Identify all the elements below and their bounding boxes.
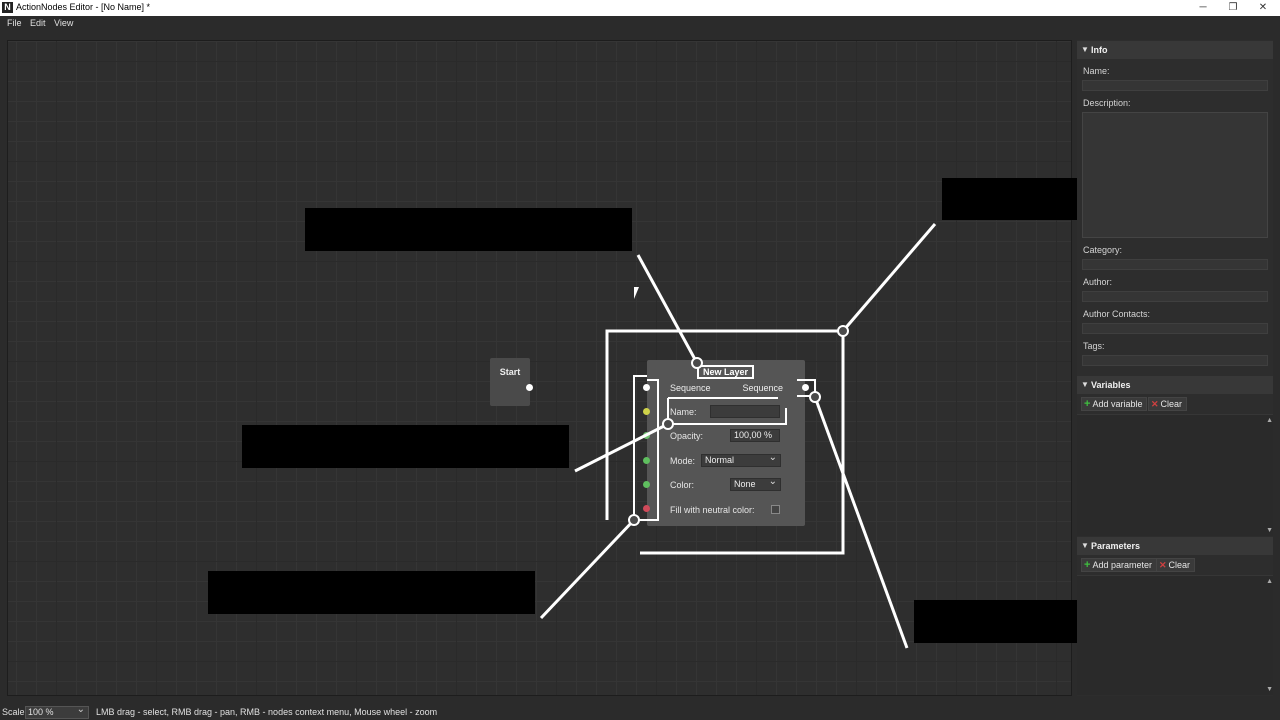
info-author-contacts-label: Author Contacts: — [1083, 309, 1151, 319]
status-hint: LMB drag - select, RMB drag - pan, RMB -… — [96, 707, 438, 717]
sequence-input-label: Sequence — [670, 383, 711, 393]
parameters-section-header[interactable]: ▼ Parameters — [1077, 537, 1273, 555]
info-name-input[interactable] — [1082, 80, 1268, 91]
plus-icon: + — [1084, 398, 1091, 410]
status-bar: Scale: 100 % LMB drag - select, RMB drag… — [0, 704, 1280, 720]
info-section-header[interactable]: ▼ Info — [1077, 41, 1273, 59]
opacity-input-port[interactable] — [643, 432, 650, 439]
add-variable-button[interactable]: + Add variable — [1081, 397, 1148, 411]
name-input-port[interactable] — [643, 408, 650, 415]
clear-x-icon: ✕ — [1151, 399, 1159, 409]
scroll-down-icon[interactable]: ▼ — [1266, 527, 1273, 534]
info-description-input[interactable] — [1082, 112, 1268, 238]
fill-input-port[interactable] — [643, 505, 650, 512]
plus-icon: + — [1084, 559, 1091, 571]
node-canvas[interactable] — [7, 40, 1072, 696]
clear-parameters-label: Clear — [1168, 560, 1191, 570]
scroll-up-icon[interactable]: ▲ — [1266, 417, 1273, 424]
redacted-callout-3 — [242, 425, 569, 468]
variables-list[interactable]: ▲ ▼ — [1077, 414, 1273, 536]
restore-button[interactable]: ❐ — [1218, 0, 1248, 16]
collapse-arrow-icon: ▼ — [1081, 380, 1089, 389]
collapse-arrow-icon: ▼ — [1081, 45, 1089, 54]
scroll-down-icon[interactable]: ▼ — [1266, 686, 1273, 693]
opacity-label: Opacity: — [670, 431, 704, 441]
fill-neutral-checkbox[interactable] — [771, 505, 780, 514]
variables-section-header[interactable]: ▼ Variables — [1077, 376, 1273, 394]
minimize-button[interactable]: ─ — [1188, 0, 1218, 16]
name-input[interactable] — [710, 405, 780, 418]
mode-label: Mode: — [670, 456, 696, 466]
clear-parameters-button[interactable]: ✕ Clear — [1156, 558, 1196, 572]
node-title: New Layer — [697, 365, 754, 379]
redacted-callout-1 — [305, 208, 632, 251]
color-input-port[interactable] — [643, 481, 650, 488]
opacity-spinbox[interactable]: 100,00 % — [730, 429, 780, 442]
sequence-input-port[interactable] — [643, 384, 650, 391]
title-bar: N ActionNodes Editor - [No Name] * ─ ❐ ✕ — [0, 0, 1280, 16]
sequence-output-label: Sequence — [742, 383, 783, 393]
clear-x-icon: ✕ — [1159, 560, 1167, 570]
menu-edit[interactable]: Edit — [30, 18, 46, 28]
info-header-label: Info — [1091, 45, 1108, 55]
mode-input-port[interactable] — [643, 457, 650, 464]
add-parameter-button[interactable]: + Add parameter — [1081, 558, 1157, 572]
menu-view[interactable]: View — [54, 18, 73, 28]
collapse-arrow-icon: ▼ — [1081, 541, 1089, 550]
redacted-callout-4 — [208, 571, 535, 614]
scale-label: Scale: — [2, 707, 28, 717]
clear-variables-label: Clear — [1160, 399, 1183, 409]
name-label: Name: — [670, 407, 697, 417]
info-author-contacts-input[interactable] — [1082, 323, 1268, 334]
info-author-input[interactable] — [1082, 291, 1268, 302]
new-layer-node[interactable]: New Layer Sequence Sequence Name: Opacit… — [643, 360, 809, 526]
info-author-label: Author: — [1083, 277, 1113, 287]
mouse-cursor-icon — [634, 287, 643, 299]
info-name-label: Name: — [1083, 66, 1110, 76]
info-tags-input[interactable] — [1082, 355, 1268, 366]
mode-dropdown[interactable]: Normal — [701, 452, 781, 467]
scroll-up-icon[interactable]: ▲ — [1266, 578, 1273, 585]
close-button[interactable]: ✕ — [1248, 0, 1278, 16]
parameters-list[interactable]: ▲ ▼ — [1077, 575, 1273, 695]
clear-variables-button[interactable]: ✕ Clear — [1148, 397, 1188, 411]
menu-file[interactable]: File — [7, 18, 22, 28]
window-title: ActionNodes Editor - [No Name] * — [16, 2, 151, 12]
start-output-port[interactable] — [526, 384, 533, 391]
variables-header-label: Variables — [1091, 380, 1131, 390]
info-category-label: Category: — [1083, 245, 1123, 255]
fill-label: Fill with neutral color: — [670, 505, 755, 515]
parameters-header-label: Parameters — [1091, 541, 1141, 551]
info-description-label: Description: — [1083, 98, 1131, 108]
start-node[interactable]: Start — [490, 358, 533, 406]
color-dropdown[interactable]: None — [730, 476, 781, 491]
add-parameter-label: Add parameter — [1092, 560, 1152, 570]
info-category-input[interactable] — [1082, 259, 1268, 270]
app-logo-icon: N — [2, 2, 13, 13]
color-label: Color: — [670, 480, 695, 490]
add-variable-label: Add variable — [1092, 399, 1143, 409]
menu-bar: File Edit View — [0, 16, 1280, 32]
scale-dropdown[interactable]: 100 % — [25, 704, 89, 719]
sequence-output-port[interactable] — [802, 384, 809, 391]
start-node-label: Start — [499, 367, 521, 377]
info-tags-label: Tags: — [1083, 341, 1105, 351]
